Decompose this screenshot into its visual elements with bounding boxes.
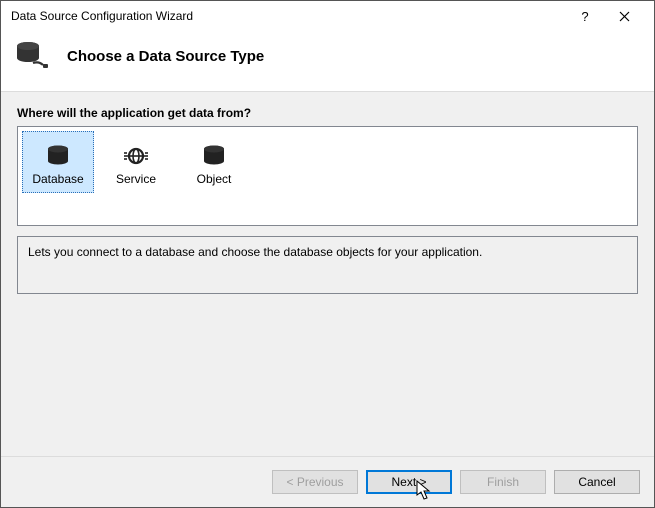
wizard-header: Choose a Data Source Type	[1, 31, 654, 91]
wizard-window: Data Source Configuration Wizard ? Choos…	[0, 0, 655, 508]
titlebar: Data Source Configuration Wizard ?	[1, 1, 654, 31]
prompt-label: Where will the application get data from…	[17, 106, 638, 120]
database-icon	[43, 142, 73, 170]
option-object[interactable]: Object	[178, 131, 250, 193]
page-title: Choose a Data Source Type	[67, 48, 264, 65]
window-title: Data Source Configuration Wizard	[11, 9, 568, 23]
datasource-header-icon	[15, 39, 49, 73]
option-label: Service	[116, 172, 156, 186]
option-service[interactable]: Service	[100, 131, 172, 193]
service-icon	[121, 142, 151, 170]
close-icon	[619, 11, 630, 22]
description-text: Lets you connect to a database and choos…	[28, 245, 482, 259]
description-box: Lets you connect to a database and choos…	[17, 236, 638, 294]
help-button[interactable]: ?	[568, 1, 602, 31]
wizard-body: Where will the application get data from…	[1, 91, 654, 457]
cancel-button[interactable]: Cancel	[554, 470, 640, 494]
datasource-options: Database Service	[17, 126, 638, 226]
object-icon	[199, 142, 229, 170]
finish-button[interactable]: Finish	[460, 470, 546, 494]
option-database[interactable]: Database	[22, 131, 94, 193]
option-label: Database	[32, 172, 83, 186]
previous-button[interactable]: < Previous	[272, 470, 358, 494]
wizard-footer: < Previous Next > Finish Cancel	[1, 457, 654, 507]
close-button[interactable]	[602, 1, 646, 31]
next-button[interactable]: Next >	[366, 470, 452, 494]
option-label: Object	[197, 172, 232, 186]
